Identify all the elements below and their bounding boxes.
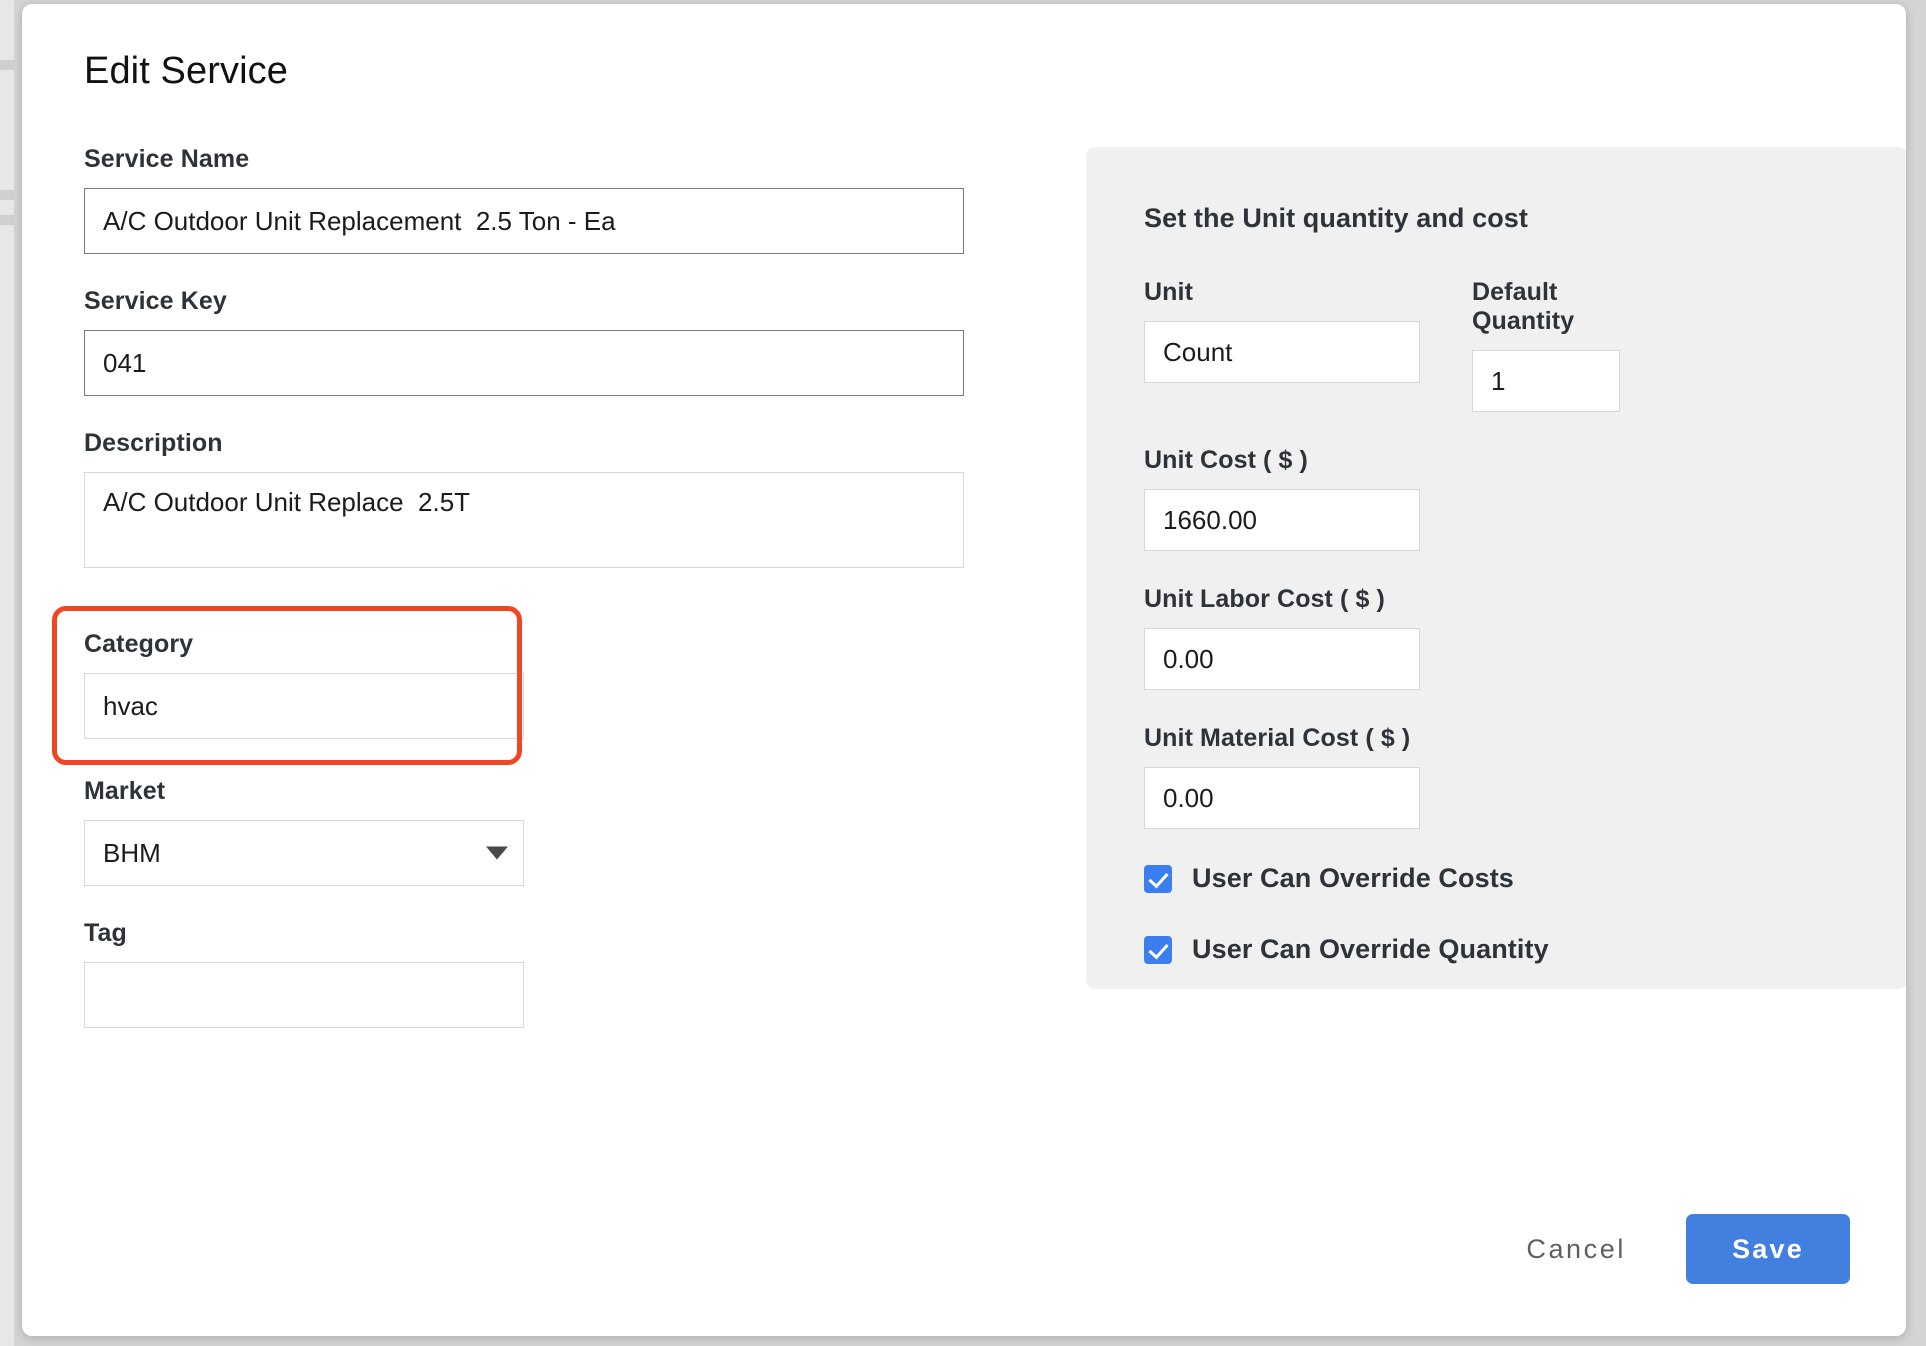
unit-field-group: Unit	[1144, 278, 1420, 412]
category-input[interactable]	[84, 673, 524, 739]
unit-material-cost-field-group: Unit Material Cost ( $ )	[1144, 724, 1420, 829]
service-name-field-group: Service Name	[84, 145, 964, 254]
cancel-button[interactable]: Cancel	[1522, 1224, 1630, 1275]
unit-quantity-cost-panel: Set the Unit quantity and cost Unit Defa…	[1086, 147, 1906, 989]
override-costs-row[interactable]: User Can Override Costs	[1144, 863, 1906, 894]
override-costs-label: User Can Override Costs	[1192, 863, 1514, 893]
unit-cost-input[interactable]	[1144, 489, 1420, 551]
checkbox-checked-icon[interactable]	[1144, 935, 1172, 964]
description-label: Description	[84, 429, 223, 457]
default-quantity-input[interactable]	[1472, 350, 1620, 412]
modal-body: Edit Service Service Name Service Key De…	[22, 4, 1906, 1336]
page-title: Edit Service	[84, 50, 288, 92]
background-sidebar-strip	[0, 0, 14, 1346]
default-quantity-field-group: Default Quantity	[1472, 278, 1620, 412]
category-highlight-annotation: Category	[52, 606, 524, 765]
market-select-wrapper[interactable]: BHM	[84, 820, 524, 886]
override-quantity-row[interactable]: User Can Override Quantity	[1144, 934, 1906, 965]
service-name-input[interactable]	[84, 188, 964, 254]
unit-labor-cost-input[interactable]	[1144, 628, 1420, 690]
tag-field-group: Tag	[84, 919, 964, 1028]
edit-service-modal: Edit Service Service Name Service Key De…	[22, 4, 1906, 1336]
unit-labor-cost-label: Unit Labor Cost ( $ )	[1144, 585, 1385, 613]
unit-cost-label: Unit Cost ( $ )	[1144, 446, 1308, 474]
market-label: Market	[84, 777, 166, 805]
unit-material-cost-label: Unit Material Cost ( $ )	[1144, 724, 1411, 752]
service-key-field-group: Service Key	[84, 287, 964, 396]
service-name-label: Service Name	[84, 145, 250, 173]
background-strip-line	[0, 190, 14, 200]
tag-label: Tag	[84, 919, 127, 947]
form-columns: Service Name Service Key Description A/C…	[52, 145, 1906, 1061]
service-key-label: Service Key	[84, 287, 227, 315]
category-label: Category	[84, 630, 194, 658]
description-field-group: Description A/C Outdoor Unit Replace 2.5…	[84, 429, 964, 573]
left-form-column: Service Name Service Key Description A/C…	[52, 145, 964, 1061]
tag-input[interactable]	[84, 962, 524, 1028]
unit-label: Unit	[1144, 278, 1193, 306]
market-field-group: Market BHM	[84, 777, 964, 886]
unit-cost-field-group: Unit Cost ( $ )	[1144, 446, 1420, 551]
checkbox-checked-icon[interactable]	[1144, 864, 1172, 893]
save-button[interactable]: Save	[1686, 1214, 1850, 1284]
unit-material-cost-input[interactable]	[1144, 767, 1420, 829]
description-textarea[interactable]: A/C Outdoor Unit Replace 2.5T	[84, 472, 964, 568]
right-panel-column: Set the Unit quantity and cost Unit Defa…	[964, 145, 1906, 989]
market-select[interactable]: BHM	[84, 820, 524, 886]
modal-footer: Cancel Save	[1522, 1214, 1850, 1284]
panel-title: Set the Unit quantity and cost	[1144, 203, 1529, 233]
unit-quantity-row: Unit Default Quantity	[1144, 278, 1906, 412]
unit-input[interactable]	[1144, 321, 1420, 383]
service-key-input[interactable]	[84, 330, 964, 396]
unit-labor-cost-field-group: Unit Labor Cost ( $ )	[1144, 585, 1420, 690]
override-quantity-label: User Can Override Quantity	[1192, 934, 1549, 964]
default-quantity-label: Default Quantity	[1472, 278, 1575, 335]
background-strip-line	[0, 215, 14, 225]
background-strip-line	[0, 60, 14, 70]
